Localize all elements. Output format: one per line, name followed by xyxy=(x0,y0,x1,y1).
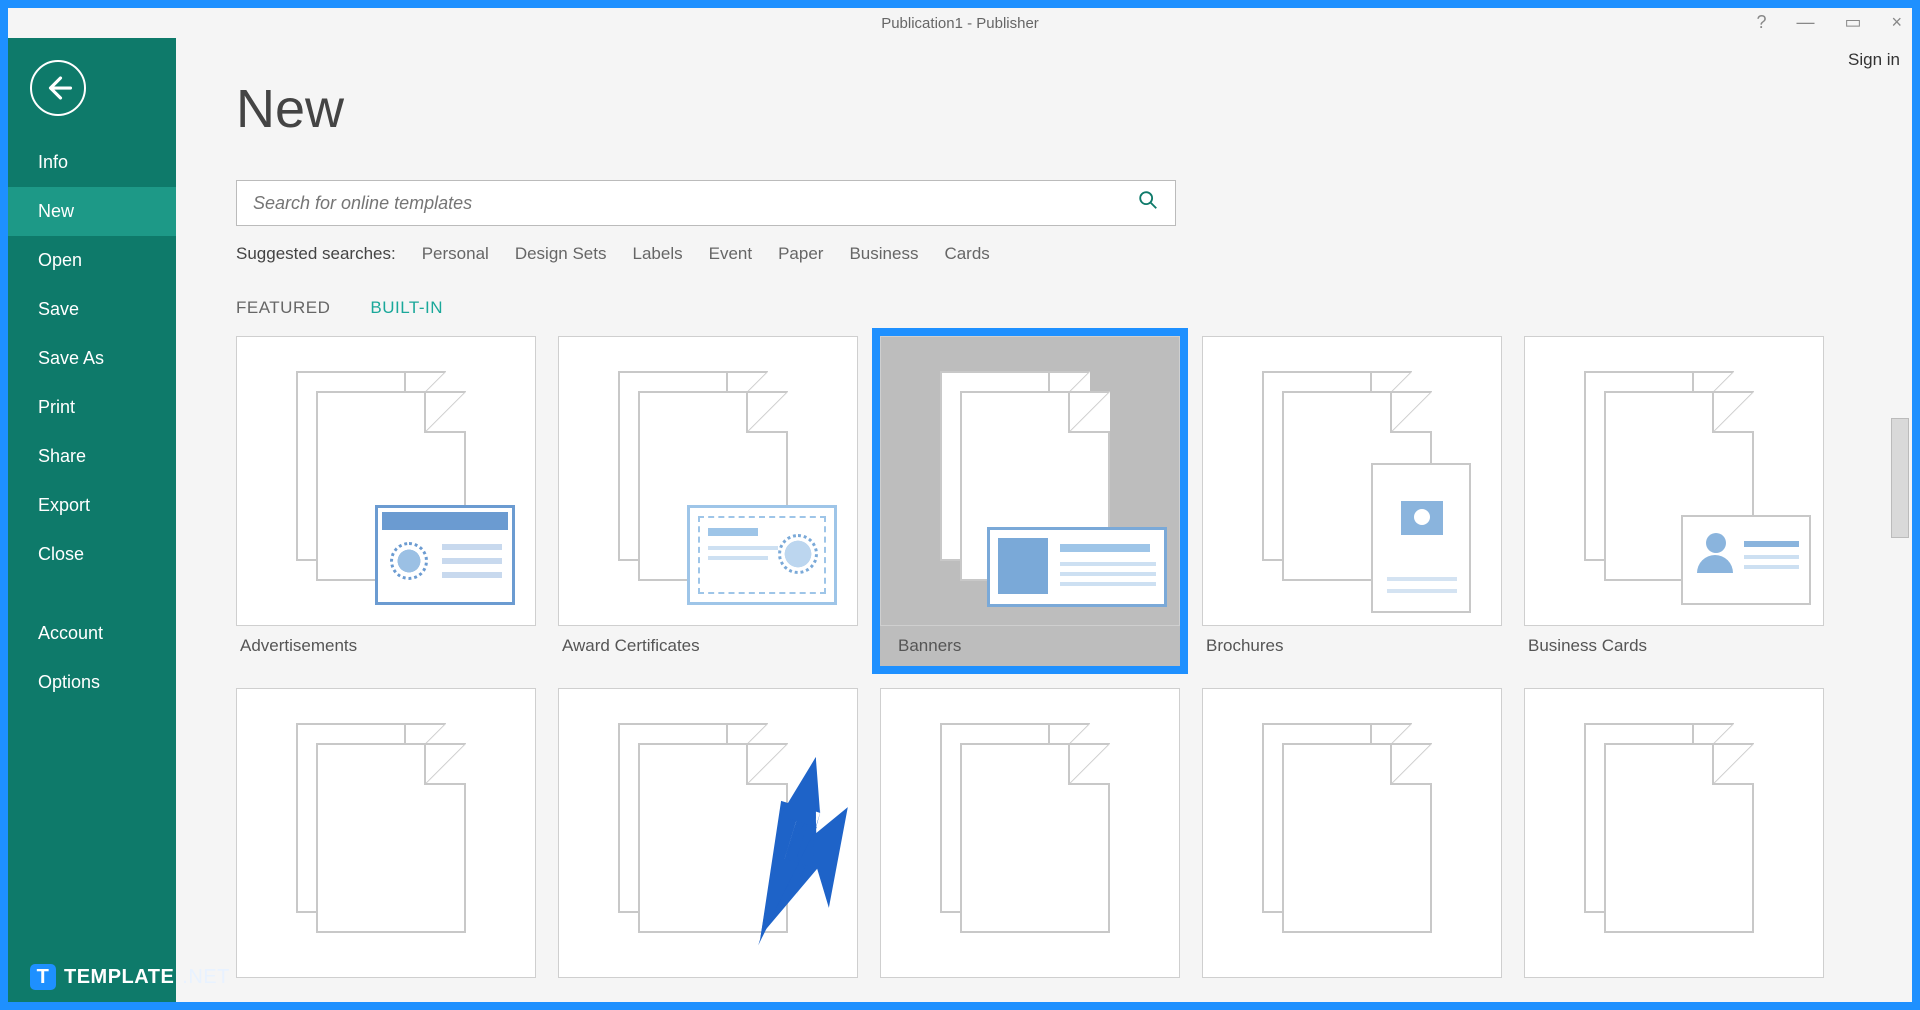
nav-open[interactable]: Open xyxy=(8,236,176,285)
nav-divider xyxy=(8,579,176,609)
suggested-label: Suggested searches: xyxy=(236,244,396,264)
nav-print[interactable]: Print xyxy=(8,383,176,432)
template-label: Brochures xyxy=(1202,626,1502,666)
suggested-personal[interactable]: Personal xyxy=(422,244,489,264)
watermark-icon: T xyxy=(30,964,56,990)
nav-share[interactable]: Share xyxy=(8,432,176,481)
window-controls: ? — ▭ × xyxy=(1756,12,1902,33)
template-thumb xyxy=(1524,336,1824,626)
template-search[interactable] xyxy=(236,180,1176,226)
advertisement-icon xyxy=(375,505,515,605)
template-banners[interactable]: Banners xyxy=(880,336,1180,666)
watermark: T TEMPLATE .NET xyxy=(30,964,230,990)
template-row2-item[interactable] xyxy=(880,688,1180,978)
suggested-business[interactable]: Business xyxy=(849,244,918,264)
tab-featured[interactable]: FEATURED xyxy=(236,298,330,318)
backstage-sidebar: Info New Open Save Save As Print Share E… xyxy=(8,38,176,1002)
template-grid: Advertisements Award Certificates Banner… xyxy=(236,336,1852,978)
template-thumb xyxy=(236,336,536,626)
page-title: New xyxy=(236,78,1852,140)
nav-info[interactable]: Info xyxy=(8,138,176,187)
template-row2-item[interactable] xyxy=(1202,688,1502,978)
template-business-cards[interactable]: Business Cards xyxy=(1524,336,1824,666)
template-label: Award Certificates xyxy=(558,626,858,666)
template-tabs: FEATURED BUILT-IN xyxy=(236,298,1852,318)
business-card-icon xyxy=(1681,515,1811,605)
arrow-left-icon xyxy=(43,73,73,103)
banner-icon xyxy=(987,527,1167,607)
template-thumb xyxy=(558,336,858,626)
nav-save[interactable]: Save xyxy=(8,285,176,334)
template-brochures[interactable]: Brochures xyxy=(1202,336,1502,666)
app-window: Publication1 - Publisher ? — ▭ × Sign in… xyxy=(8,8,1912,1002)
suggested-paper[interactable]: Paper xyxy=(778,244,823,264)
template-thumb xyxy=(880,688,1180,978)
tab-built-in[interactable]: BUILT-IN xyxy=(370,298,443,318)
nav-export[interactable]: Export xyxy=(8,481,176,530)
template-thumb xyxy=(1202,336,1502,626)
help-button[interactable]: ? xyxy=(1756,12,1766,33)
template-row2-item[interactable] xyxy=(236,688,536,978)
suggested-searches: Suggested searches: Personal Design Sets… xyxy=(236,244,1852,264)
search-icon[interactable] xyxy=(1137,189,1159,217)
suggested-cards[interactable]: Cards xyxy=(944,244,989,264)
watermark-text1: TEMPLATE xyxy=(64,966,174,989)
restore-button[interactable]: ▭ xyxy=(1844,12,1861,33)
suggested-design-sets[interactable]: Design Sets xyxy=(515,244,607,264)
watermark-text2: .NET xyxy=(182,966,230,989)
nav-options[interactable]: Options xyxy=(8,658,176,707)
template-label: Business Cards xyxy=(1524,626,1824,666)
suggested-event[interactable]: Event xyxy=(709,244,752,264)
template-label: Advertisements xyxy=(236,626,536,666)
scrollbar[interactable] xyxy=(1891,418,1909,538)
certificate-icon xyxy=(687,505,837,605)
minimize-button[interactable]: — xyxy=(1796,12,1814,33)
template-advertisements[interactable]: Advertisements xyxy=(236,336,536,666)
nav-new[interactable]: New xyxy=(8,187,176,236)
template-label: Banners xyxy=(880,626,1180,666)
nav-save-as[interactable]: Save As xyxy=(8,334,176,383)
back-button[interactable] xyxy=(30,60,86,116)
body: Info New Open Save Save As Print Share E… xyxy=(8,38,1912,1002)
template-thumb xyxy=(1202,688,1502,978)
template-thumb xyxy=(880,336,1180,626)
nav-account[interactable]: Account xyxy=(8,609,176,658)
template-award-certificates[interactable]: Award Certificates xyxy=(558,336,858,666)
content-area: New Suggested searches: Personal Design … xyxy=(176,38,1912,1002)
template-thumb xyxy=(558,688,858,978)
titlebar: Publication1 - Publisher ? — ▭ × xyxy=(8,8,1912,38)
window-title: Publication1 - Publisher xyxy=(881,15,1039,32)
suggested-labels[interactable]: Labels xyxy=(633,244,683,264)
brochure-icon xyxy=(1371,463,1471,613)
template-row2-item[interactable] xyxy=(558,688,858,978)
template-thumb xyxy=(236,688,536,978)
template-row2-item[interactable] xyxy=(1524,688,1824,978)
close-button[interactable]: × xyxy=(1891,12,1902,33)
nav-close[interactable]: Close xyxy=(8,530,176,579)
template-thumb xyxy=(1524,688,1824,978)
search-input[interactable] xyxy=(253,193,1137,214)
